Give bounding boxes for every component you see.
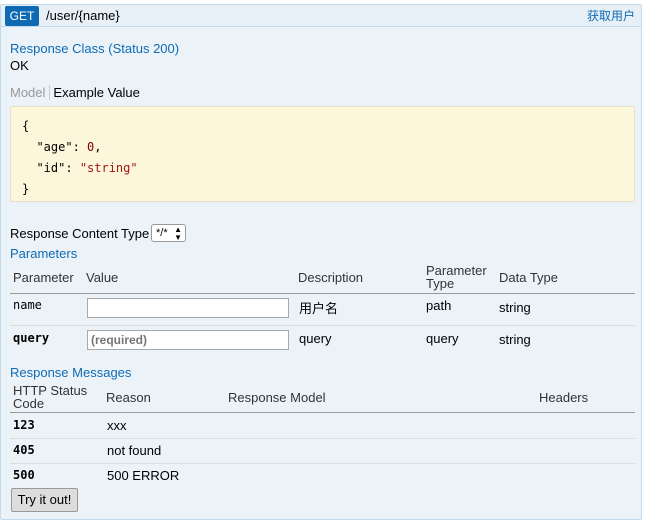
content-type-selected: */* (156, 227, 168, 239)
resp-reason: not found (107, 443, 162, 458)
example-json-block: { "age": 0, "id": "string" } (10, 106, 635, 202)
resp-code: 405 (13, 443, 35, 457)
json-value-id: "string" (79, 161, 138, 175)
try-it-out-button[interactable]: Try it out! (11, 488, 78, 512)
param-row-divider (10, 325, 635, 326)
param-col-parameter: Parameter (13, 270, 74, 285)
param-col-data-type: Data Type (499, 270, 559, 285)
content-type-label: Response Content Type (10, 226, 150, 241)
param-header-divider (10, 293, 635, 294)
param-query: query (13, 331, 50, 345)
resp-reason: 500 ERROR (107, 468, 180, 483)
param-description: 用户名 (299, 301, 339, 316)
json-value-age: 0 (87, 140, 95, 154)
resp-row-divider (10, 438, 635, 439)
resp-reason: xxx (107, 418, 127, 433)
param-col-value: Value (86, 270, 119, 285)
resp-col-model: Response Model (228, 390, 326, 405)
model-tabs: Model Example Value (10, 84, 140, 102)
param-data-type: string (499, 332, 531, 347)
resp-row-divider (10, 463, 635, 464)
json-close-brace: } (22, 182, 30, 196)
tab-model[interactable]: Model (10, 85, 51, 100)
endpoint-panel: GET /user/{name} 获取用户 Response Class (St… (0, 4, 642, 520)
param-description: query (299, 331, 332, 346)
operation-header[interactable]: GET /user/{name} 获取用户 (1, 5, 641, 27)
param-name: name (13, 298, 42, 312)
endpoint-summary-link[interactable]: 获取用户 (587, 5, 635, 27)
tab-example-value[interactable]: Example Value (50, 85, 139, 100)
resp-col-code: HTTP Status Code (13, 383, 88, 411)
response-messages-heading: Response Messages (10, 365, 132, 380)
json-open-brace: { (22, 119, 30, 133)
endpoint-path[interactable]: /user/{name} (46, 5, 120, 27)
param-name-input[interactable] (87, 298, 289, 318)
param-query-input[interactable] (87, 330, 289, 350)
param-type: query (426, 331, 459, 346)
parameters-heading: Parameters (10, 246, 78, 261)
param-type: path (426, 298, 452, 313)
content-type-select[interactable]: */* ▲ ▼ (151, 224, 186, 242)
http-method-badge[interactable]: GET (5, 6, 39, 26)
json-key-id: "id" (36, 161, 66, 175)
param-data-type: string (499, 300, 531, 315)
resp-header-divider (10, 412, 635, 413)
resp-col-headers: Headers (539, 390, 589, 405)
json-key-age: "age" (36, 140, 73, 154)
param-col-description: Description (298, 270, 364, 285)
response-class-text: OK (10, 58, 29, 73)
param-col-parameter-type: Parameter Type (426, 263, 487, 291)
resp-code: 123 (13, 418, 35, 432)
resp-col-reason: Reason (106, 390, 151, 405)
response-class-heading: Response Class (Status 200) (10, 41, 180, 56)
select-arrows-icon: ▲ ▼ (174, 225, 182, 242)
resp-code: 500 (13, 468, 35, 482)
